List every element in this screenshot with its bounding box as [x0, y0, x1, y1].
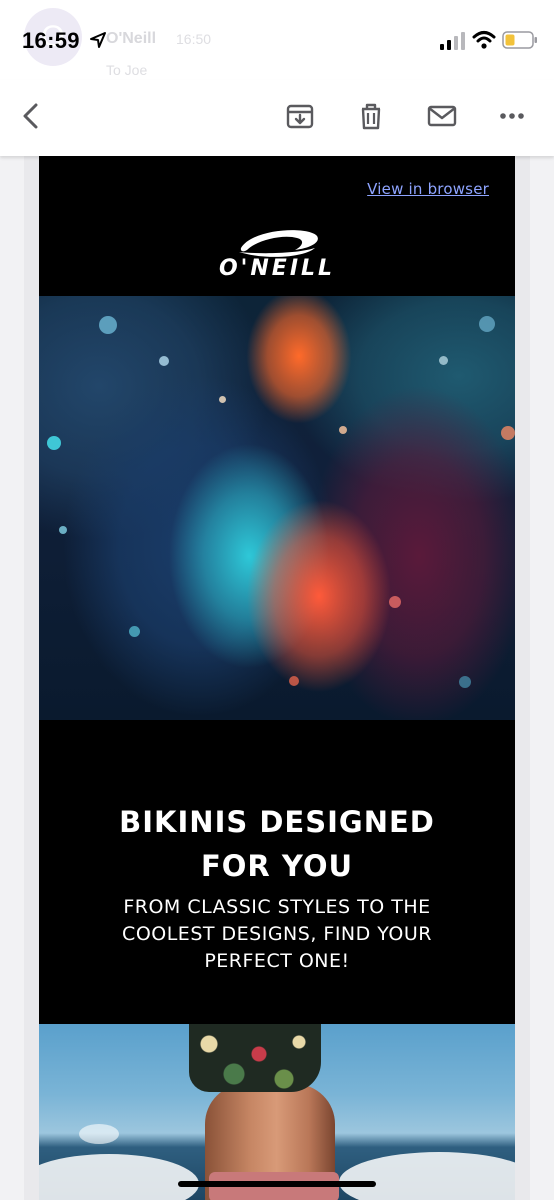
bokeh-dot [159, 356, 169, 366]
battery-icon [502, 31, 537, 49]
bokeh-dot [289, 676, 299, 686]
headline-line-2: FOR YOU [200, 849, 354, 883]
bokeh-dot [99, 316, 117, 334]
sent-time: 16:50 [176, 31, 212, 47]
wifi-icon [472, 31, 496, 49]
bokeh-dot [389, 596, 401, 608]
bokeh-dot [129, 626, 140, 637]
home-indicator[interactable] [178, 1181, 376, 1187]
location-arrow-icon [90, 32, 106, 48]
bokeh-dot [501, 426, 515, 440]
headline: BIKINIS DESIGNED FOR YOU [39, 800, 515, 888]
chevron-left-icon [23, 103, 38, 129]
ellipsis-icon [500, 113, 524, 119]
sender-name: O'Neill [106, 30, 157, 47]
subheadline-line-2: COOLEST DESIGNS, FIND YOUR [122, 923, 432, 945]
envelope-icon [427, 105, 457, 127]
headline-line-1: BIKINIS DESIGNED [119, 805, 435, 839]
bikini-product-image[interactable] [39, 1024, 515, 1200]
trash-icon [361, 103, 381, 130]
bokeh-dot [47, 436, 61, 450]
email-body: View in browser O'NEILL BIKINIS DESIGNED… [39, 156, 515, 1200]
status-bar: O O'Neill 16:50 To Joe 16:59 [0, 0, 554, 80]
wave-splash [39, 1154, 199, 1200]
archive-icon [286, 104, 314, 129]
brand-wordmark: O'NEILL [218, 256, 336, 281]
bokeh-dot [479, 316, 495, 332]
view-in-browser-link[interactable]: View in browser [367, 180, 489, 198]
bokeh-dot [339, 426, 347, 434]
wave-splash [339, 1152, 515, 1200]
floral-top [189, 1024, 321, 1092]
more-options-button[interactable] [494, 98, 530, 134]
wave-splash [79, 1124, 119, 1144]
subheadline-line-1: FROM CLASSIC STYLES TO THE [123, 896, 431, 918]
subheadline: FROM CLASSIC STYLES TO THE COOLEST DESIG… [79, 894, 475, 975]
delete-button[interactable] [353, 98, 389, 134]
bokeh-dot [459, 676, 471, 688]
archive-button[interactable] [282, 98, 318, 134]
hero-image[interactable] [39, 296, 515, 720]
mark-unread-button[interactable] [424, 98, 460, 134]
bokeh-dot [59, 526, 67, 534]
cellular-signal-icon [440, 32, 465, 50]
back-button[interactable] [14, 98, 50, 134]
bokeh-dot [439, 356, 448, 365]
status-time: 16:59 [22, 28, 80, 53]
bokeh-dot [219, 396, 226, 403]
subheadline-line-3: PERFECT ONE! [204, 950, 350, 972]
recipient-line: To Joe [106, 62, 148, 78]
mail-toolbar [0, 80, 554, 156]
